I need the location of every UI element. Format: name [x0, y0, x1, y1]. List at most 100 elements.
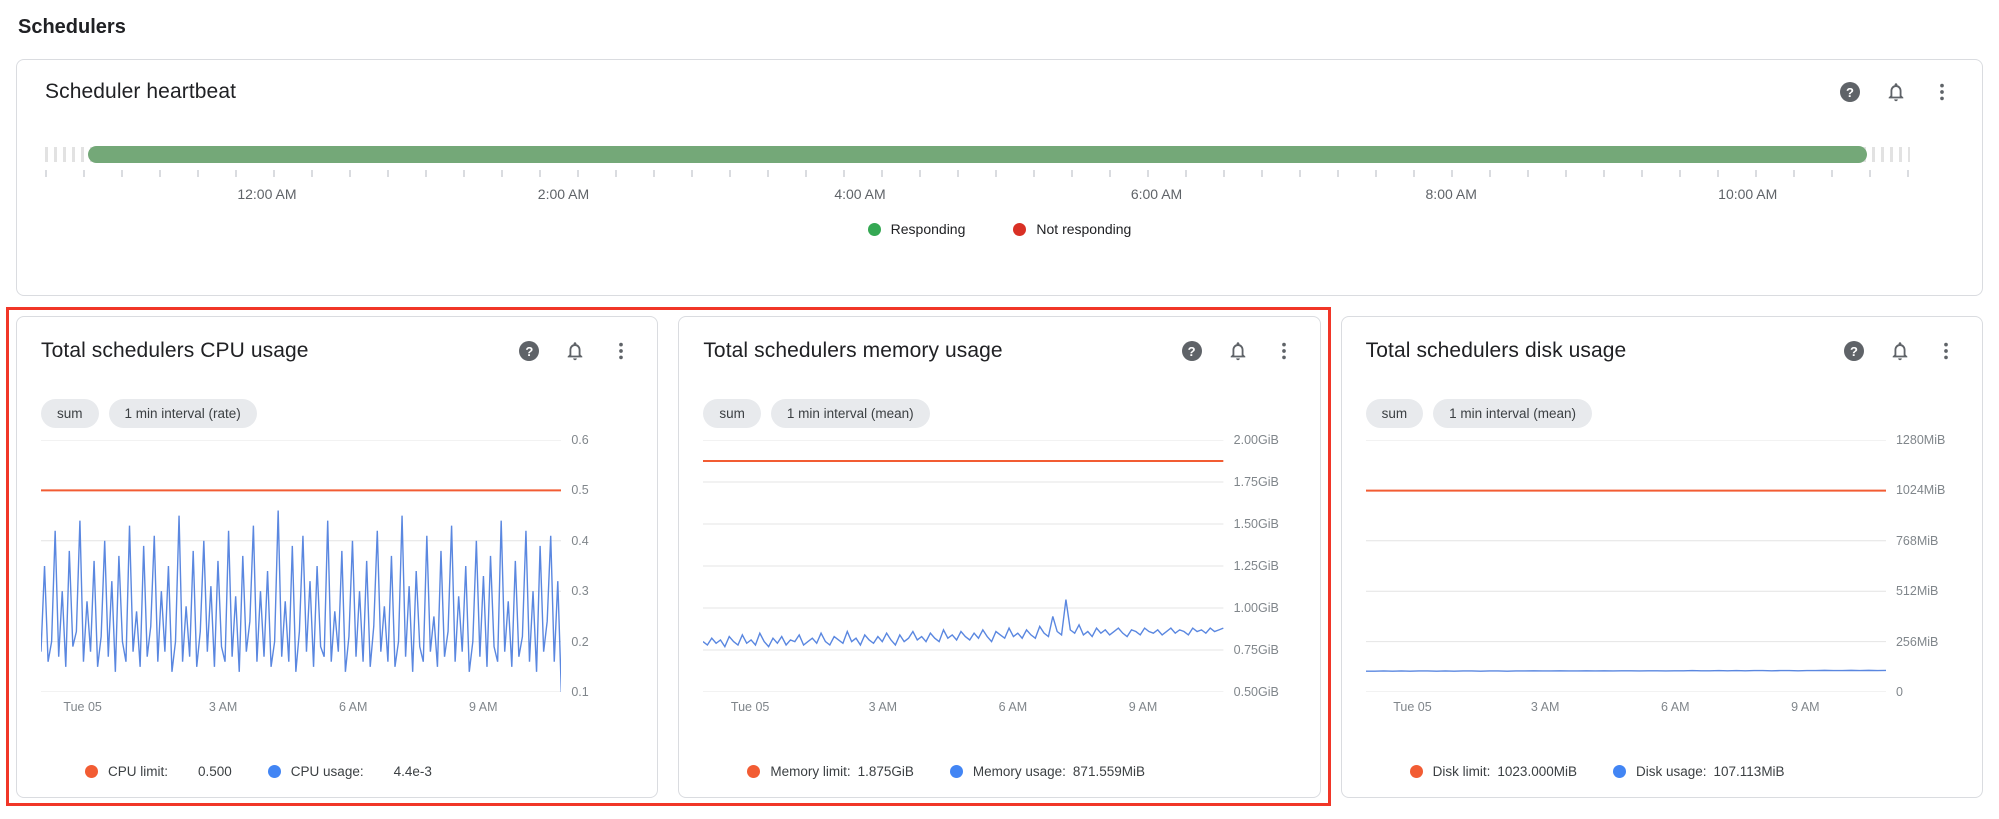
more-options-icon[interactable] — [1934, 339, 1958, 363]
legend-value: 871.559MiB — [1073, 764, 1145, 779]
legend-label: Memory limit: — [770, 764, 850, 779]
x-tick-label: 6 AM — [1661, 700, 1690, 714]
question-mark-glyph: ? — [519, 341, 539, 361]
y-tick-label: 0.1 — [571, 685, 588, 699]
legend-item: Disk usage: 107.113MiB — [1613, 764, 1785, 779]
legend-label: Disk limit: — [1433, 764, 1491, 779]
memory-legend: Memory limit: 1.875GiB Memory usage: 871… — [703, 764, 1295, 779]
heartbeat-card-actions: ? — [1838, 80, 1954, 104]
y-tick-label: 1.00GiB — [1234, 601, 1279, 615]
x-tick-label: 3 AM — [209, 700, 238, 714]
chart-plot[interactable] — [1366, 440, 1886, 692]
bell-glyph — [1889, 340, 1911, 362]
x-tick-label: 3 AM — [1531, 700, 1560, 714]
more-options-icon[interactable] — [609, 339, 633, 363]
more-vert-glyph — [610, 340, 632, 362]
y-tick-label: 2.00GiB — [1234, 433, 1279, 447]
legend-label: Disk usage: — [1636, 764, 1707, 779]
y-tick-label: 0.6 — [571, 433, 588, 447]
y-tick-label: 768MiB — [1896, 534, 1938, 548]
add-alert-icon[interactable] — [1226, 339, 1250, 363]
help-icon[interactable]: ? — [517, 339, 541, 363]
heartbeat-legend: Responding Not responding — [45, 221, 1954, 237]
more-options-icon[interactable] — [1930, 80, 1954, 104]
aggregation-chip[interactable]: sum — [703, 399, 761, 428]
x-tick-label: Tue 05 — [63, 700, 101, 714]
more-vert-glyph — [1931, 81, 1953, 103]
disk-card-header: Total schedulers disk usage ? — [1366, 339, 1958, 363]
cpu-chips: sum 1 min interval (rate) — [41, 399, 633, 428]
page-title: Schedulers — [18, 16, 1983, 39]
legend-value: 1.875GiB — [858, 764, 914, 779]
y-tick-label: 0.50GiB — [1234, 685, 1279, 699]
cpu-usage-card: Total schedulers CPU usage ? sum 1 min i… — [16, 316, 658, 798]
add-alert-icon[interactable] — [563, 339, 587, 363]
heartbeat-time-label: 10:00 AM — [1718, 186, 1777, 202]
x-axis: Tue 05 3 AM 6 AM 9 AM — [1366, 700, 1886, 720]
x-tick-label: 6 AM — [999, 700, 1028, 714]
cpu-card-title: Total schedulers CPU usage — [41, 339, 309, 363]
legend-item: Disk limit: 1023.000MiB — [1410, 764, 1577, 779]
x-axis: Tue 053 AM6 AM9 AM — [41, 700, 561, 720]
legend-label: Memory usage: — [973, 764, 1066, 779]
memory-card-header: Total schedulers memory usage ? — [703, 339, 1295, 363]
legend-item: Memory limit: 1.875GiB — [747, 764, 914, 779]
legend-item-not-responding: Not responding — [1013, 221, 1131, 237]
heartbeat-timeline[interactable] — [45, 146, 1910, 163]
interval-chip[interactable]: 1 min interval (mean) — [771, 399, 930, 428]
chart-plot[interactable] — [41, 440, 561, 692]
cpu-card-header: Total schedulers CPU usage ? — [41, 339, 633, 363]
memory-card-title: Total schedulers memory usage — [703, 339, 1002, 363]
bell-glyph — [1885, 81, 1907, 103]
add-alert-icon[interactable] — [1888, 339, 1912, 363]
help-icon[interactable]: ? — [1838, 80, 1862, 104]
add-alert-icon[interactable] — [1884, 80, 1908, 104]
x-tick-label: 9 AM — [469, 700, 498, 714]
aggregation-chip[interactable]: sum — [41, 399, 99, 428]
y-tick-label: 0.3 — [571, 584, 588, 598]
x-tick-label: 3 AM — [869, 700, 898, 714]
legend-label: CPU usage: — [291, 764, 364, 779]
interval-chip[interactable]: 1 min interval (rate) — [109, 399, 257, 428]
heartbeat-axis-ticks — [45, 170, 1910, 177]
not-responding-color-dot — [1013, 223, 1026, 236]
x-tick-label: 9 AM — [1791, 700, 1820, 714]
chart-plot[interactable] — [703, 440, 1223, 692]
memory-chips: sum 1 min interval (mean) — [703, 399, 1295, 428]
help-icon[interactable]: ? — [1180, 339, 1204, 363]
disk-legend: Disk limit: 1023.000MiB Disk usage: 107.… — [1366, 764, 1958, 779]
disk-chart-body: Tue 053 AM6 AM9 AM 0256MiB512MiB768MiB10… — [1366, 440, 1958, 720]
y-axis: 0.50GiB0.75GiB1.00GiB1.25GiB1.50GiB1.75G… — [1224, 440, 1296, 692]
y-axis: 0.10.20.30.40.50.6 — [561, 440, 633, 692]
disk-chips: sum 1 min interval (mean) — [1366, 399, 1958, 428]
aggregation-chip[interactable]: sum — [1366, 399, 1424, 428]
disk-card-actions: ? — [1842, 339, 1958, 363]
question-mark-glyph: ? — [1840, 82, 1860, 102]
heartbeat-time-label: 4:00 AM — [834, 186, 885, 202]
more-vert-glyph — [1273, 340, 1295, 362]
question-mark-glyph: ? — [1844, 341, 1864, 361]
help-icon[interactable]: ? — [1842, 339, 1866, 363]
legend-value: 0.500 — [198, 764, 232, 779]
charts-row: Total schedulers CPU usage ? sum 1 min i… — [16, 316, 1983, 798]
bell-glyph — [1227, 340, 1249, 362]
x-tick-label: Tue 05 — [731, 700, 769, 714]
legend-value: 107.113MiB — [1714, 764, 1785, 779]
cpu-chart-body: Tue 053 AM6 AM9 AM 0.10.20.30.40.50.6 — [41, 440, 633, 720]
limit-color-dot — [85, 765, 98, 778]
more-vert-glyph — [1935, 340, 1957, 362]
cpu-legend: CPU limit: 0.500 CPU usage: 4.4e-3 — [41, 764, 633, 779]
y-tick-label: 1280MiB — [1896, 433, 1945, 447]
more-options-icon[interactable] — [1272, 339, 1296, 363]
scheduler-heartbeat-card: Scheduler heartbeat ? 12:00 AM2:00 AM4:0… — [16, 59, 1983, 296]
heartbeat-bar — [88, 146, 1867, 163]
y-tick-label: 0.4 — [571, 534, 588, 548]
x-tick-label: 9 AM — [1129, 700, 1158, 714]
legend-item-responding: Responding — [868, 221, 966, 237]
limit-color-dot — [747, 765, 760, 778]
x-tick-label: Tue 05 — [1393, 700, 1431, 714]
question-mark-glyph: ? — [1182, 341, 1202, 361]
legend-value: 1023.000MiB — [1497, 764, 1577, 779]
bell-glyph — [564, 340, 586, 362]
interval-chip[interactable]: 1 min interval (mean) — [1433, 399, 1592, 428]
